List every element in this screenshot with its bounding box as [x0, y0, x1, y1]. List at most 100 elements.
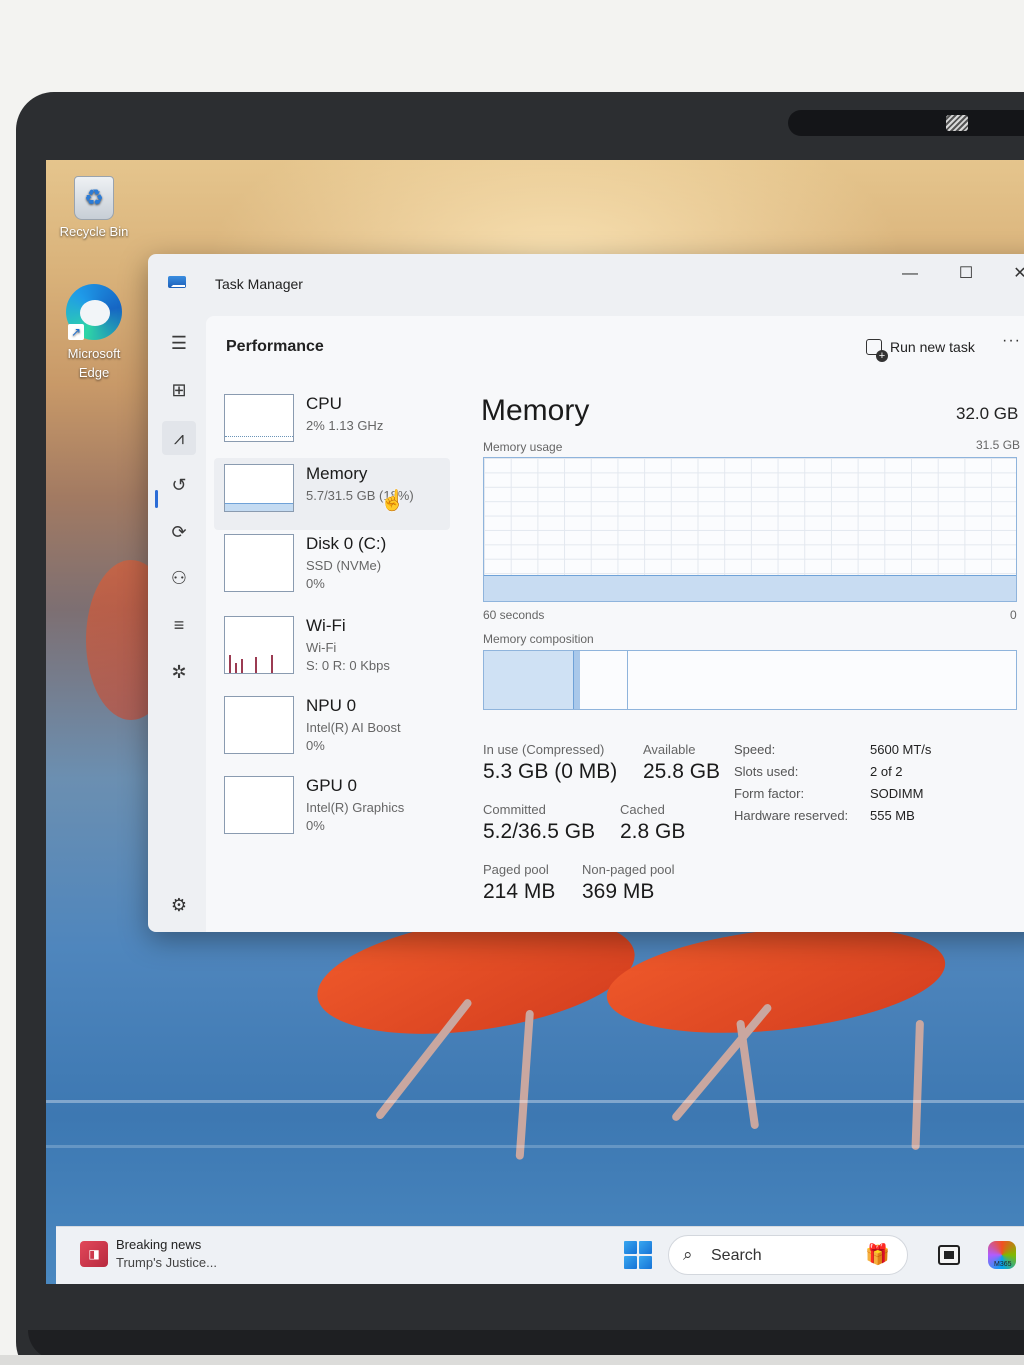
task-manager-app-icon: [168, 276, 186, 288]
memory-mini-fill: [225, 503, 293, 511]
webcam-bar: [788, 110, 1024, 136]
spec-speed-value: 5600 MT/s: [870, 742, 932, 757]
news-widget-headline[interactable]: Trump's Justice...: [116, 1255, 217, 1270]
windows-logo-pane: [624, 1241, 637, 1254]
resource-item-memory[interactable]: Memory 5.7/31.5 GB (18%): [214, 458, 450, 530]
gpu-mini-graph: [224, 776, 294, 834]
paged-pool-label: Paged pool: [483, 862, 549, 877]
run-task-icon: [866, 339, 888, 362]
more-options-button[interactable]: ···: [1002, 332, 1021, 350]
wallpaper-flamingo: [601, 912, 951, 1048]
services-icon[interactable]: ✲: [162, 655, 196, 689]
resource-detail-secondary: S: 0 R: 0 Kbps: [306, 658, 390, 673]
composition-in-use[interactable]: [484, 651, 574, 709]
memory-usage-max: 31.5 GB: [976, 438, 1021, 452]
taskbar-search-box[interactable]: ⌕ Search 🎁: [668, 1235, 908, 1275]
wifi-mini-graph: [224, 616, 294, 674]
news-widget-icon[interactable]: ◨: [80, 1241, 108, 1267]
desktop-icon-recycle-bin[interactable]: ♻ Recycle Bin: [46, 176, 142, 239]
spec-speed-label: Speed:: [734, 742, 776, 757]
resource-name: CPU: [306, 394, 342, 413]
committed-label: Committed: [483, 802, 546, 817]
resource-name: Memory: [306, 464, 368, 483]
desktop-icon-label: Recycle Bin: [59, 224, 129, 239]
committed-value: 5.2/36.5 GB: [483, 820, 596, 843]
cpu-graph-line: [225, 436, 293, 440]
memory-mini-graph: [224, 464, 294, 512]
search-icon: ⌕: [683, 1245, 693, 1264]
resource-name: Disk 0 (C:): [306, 534, 387, 553]
close-button[interactable]: ✕: [1000, 260, 1024, 288]
memory-composition-bar: [483, 650, 1017, 710]
search-placeholder: Search: [711, 1247, 762, 1264]
news-widget-title[interactable]: Breaking news: [116, 1237, 201, 1252]
spec-slots-value: 2 of 2: [870, 764, 903, 779]
shortcut-arrow-icon: ↗: [68, 324, 84, 340]
desktop-icon-microsoft-edge[interactable]: ↗ Microsoft Edge: [46, 284, 142, 382]
cached-label: Cached: [620, 802, 665, 817]
details-icon[interactable]: ≡: [162, 608, 196, 642]
nav-active-indicator: [155, 490, 158, 508]
wallpaper-flamingo-leg: [911, 1019, 924, 1151]
wifi-graph-spike: [255, 657, 257, 673]
resource-item-disk[interactable]: Disk 0 (C:) SSD (NVMe) 0%: [214, 528, 450, 600]
edge-browser-icon: ↗: [66, 284, 122, 340]
spec-hardware-reserved-value: 555 MB: [870, 808, 915, 823]
recycle-bin-icon: ♻: [74, 176, 114, 220]
app-history-icon[interactable]: ↺: [162, 468, 196, 502]
page-title: Performance: [226, 338, 324, 355]
non-paged-pool-label: Non-paged pool: [582, 862, 675, 877]
task-view-icon[interactable]: [938, 1245, 960, 1265]
graph-time-left: 60 seconds: [483, 608, 545, 622]
available-label: Available: [643, 742, 696, 757]
available-value: 25.8 GB: [643, 760, 721, 783]
windows-logo-pane: [639, 1241, 652, 1254]
composition-standby-divider: [627, 651, 629, 709]
resource-detail: SSD (NVMe): [306, 558, 382, 573]
performance-panel: Performance Run new task ··· CPU 2% 1.13…: [206, 316, 1024, 932]
webcam-shutter: [946, 115, 968, 131]
resource-name: NPU 0: [306, 696, 357, 715]
wallpaper-flamingo-leg: [515, 1009, 534, 1160]
wifi-graph-spike: [271, 655, 273, 673]
resource-item-gpu[interactable]: GPU 0 Intel(R) Graphics 0%: [214, 770, 450, 842]
users-icon[interactable]: ⚇: [162, 561, 196, 595]
maximize-button[interactable]: ☐: [946, 260, 986, 288]
composition-modified[interactable]: [573, 651, 580, 709]
wallpaper-water-line: [46, 1145, 1024, 1148]
run-new-task-label: Run new task: [890, 339, 975, 355]
wallpaper-water-line: [46, 1100, 1024, 1103]
windows-logo-pane: [624, 1256, 637, 1269]
wifi-graph-spike: [241, 659, 243, 673]
run-new-task-button[interactable]: Run new task: [858, 332, 983, 362]
memory-composition-label: Memory composition: [483, 632, 594, 646]
resource-detail: 2% 1.13 GHz: [306, 418, 384, 433]
taskbar: ◨ Breaking news Trump's Justice... ⌕ Sea…: [56, 1226, 1024, 1284]
photo-background: ♻ Recycle Bin ↗ Microsoft Edge Task Mana…: [0, 0, 1024, 1365]
spec-form-factor-value: SODIMM: [870, 786, 924, 801]
memory-usage-label: Memory usage: [483, 440, 563, 454]
resource-detail: Intel(R) Graphics: [306, 800, 405, 815]
memory-heading: Memory: [481, 394, 590, 427]
title-bar[interactable]: Task Manager — ☐ ✕: [148, 254, 1024, 314]
navigation-sidebar: ☰ ⊞ ⩘ ↺ ⟳ ⚇ ≡ ✲: [148, 314, 206, 932]
resource-detail: Intel(R) AI Boost: [306, 720, 401, 735]
spec-hardware-reserved-label: Hardware reserved:: [734, 808, 849, 823]
resource-name: Wi-Fi: [306, 616, 346, 635]
resource-detail: Wi-Fi: [306, 640, 337, 655]
windows-logo-pane: [639, 1256, 652, 1269]
resource-item-wifi[interactable]: Wi-Fi Wi-Fi S: 0 R: 0 Kbps: [214, 610, 450, 682]
memory-usage-graph: [483, 457, 1017, 602]
in-use-value: 5.3 GB (0 MB): [483, 760, 618, 783]
processes-icon[interactable]: ⊞: [162, 373, 196, 407]
resource-item-npu[interactable]: NPU 0 Intel(R) AI Boost 0%: [214, 690, 450, 762]
task-manager-window: Task Manager — ☐ ✕ ☰ ⊞ ⩘ ↺ ⟳ ⚇ ≡ ✲ ⚙ Per…: [148, 254, 1024, 932]
performance-icon[interactable]: ⩘: [162, 421, 196, 455]
start-button[interactable]: [624, 1241, 652, 1269]
resource-item-cpu[interactable]: CPU 2% 1.13 GHz: [214, 388, 450, 460]
startup-apps-icon[interactable]: ⟳: [162, 515, 196, 549]
settings-gear-icon[interactable]: ⚙: [162, 888, 196, 922]
minimize-button[interactable]: —: [890, 260, 930, 288]
wifi-graph-spike: [235, 663, 237, 673]
hamburger-menu-icon[interactable]: ☰: [162, 326, 196, 360]
